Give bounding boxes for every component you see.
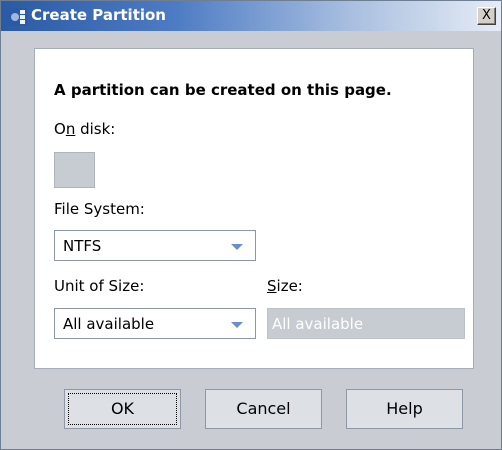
chevron-down-icon	[231, 244, 243, 250]
title-bar[interactable]: Create Partition X	[1, 1, 501, 31]
on-disk-label: On disk:	[54, 120, 115, 138]
content-panel: A partition can be created on this page.…	[34, 48, 474, 369]
on-disk-label-part: O	[54, 120, 66, 138]
disk-selector[interactable]	[54, 152, 95, 188]
unit-of-size-dropdown[interactable]: All available	[54, 308, 256, 339]
cancel-button[interactable]: Cancel	[205, 389, 322, 429]
page-heading: A partition can be created on this page.	[54, 81, 392, 99]
size-label: Size:	[267, 277, 303, 295]
on-disk-label-mnemonic: n	[65, 120, 76, 138]
size-input: All available	[267, 308, 465, 339]
help-button[interactable]: Help	[346, 389, 463, 429]
file-system-label: File System:	[54, 200, 145, 218]
close-button[interactable]: X	[477, 7, 496, 25]
file-system-dropdown[interactable]: NTFS	[54, 230, 256, 261]
partition-app-icon	[9, 8, 27, 26]
unit-of-size-value: All available	[63, 315, 155, 333]
size-input-value: All available	[272, 315, 364, 333]
on-disk-label-rest: disk:	[75, 120, 116, 138]
unit-of-size-label: Unit of Size:	[54, 277, 145, 295]
create-partition-dialog: Create Partition X A partition can be cr…	[0, 0, 502, 450]
size-label-rest: ize:	[276, 277, 303, 295]
size-label-mnemonic: S	[267, 277, 277, 295]
window-title: Create Partition	[31, 6, 166, 24]
chevron-down-icon	[231, 322, 243, 328]
ok-button[interactable]: OK	[64, 389, 181, 429]
file-system-value: NTFS	[63, 237, 102, 255]
